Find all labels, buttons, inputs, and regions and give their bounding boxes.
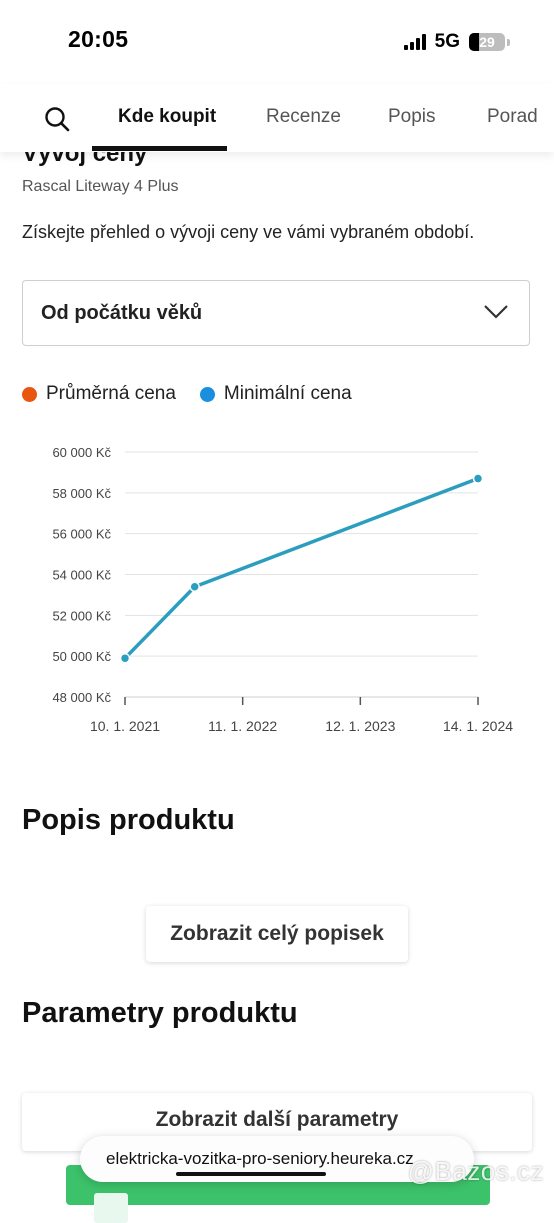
- x-tick-label: 14. 1. 2024: [443, 718, 513, 734]
- data-point: [189, 581, 200, 592]
- parameters-heading: Parametry produktu: [22, 997, 298, 1029]
- y-tick-label: 50 000 Kč: [52, 649, 111, 664]
- tab-reviews[interactable]: Recenze: [266, 106, 341, 128]
- browser-url: elektricka-vozitka-pro-seniory.heureka.c…: [106, 1149, 414, 1168]
- x-tick-label: 11. 1. 2022: [208, 718, 277, 734]
- legend-label-minimum: Minimální cena: [223, 383, 352, 404]
- tab-description[interactable]: Popis: [388, 106, 436, 128]
- battery-fill: [469, 33, 480, 51]
- data-point: [472, 473, 484, 484]
- legend-label-average: Průměrná cena: [46, 383, 176, 404]
- data-point: [119, 652, 131, 664]
- battery-tip: [507, 38, 510, 46]
- show-full-description-button[interactable]: Zobrazit celý popisek: [146, 906, 408, 962]
- y-tick-label: 48 000 Kč: [52, 690, 111, 705]
- chevron-down-icon: [484, 305, 508, 319]
- network-type: 5G: [434, 31, 460, 52]
- y-tick-label: 54 000 Kč: [52, 568, 111, 583]
- tab-advice[interactable]: Porad: [487, 106, 538, 128]
- product-name: Rascal Liteway 4 Plus: [22, 178, 179, 195]
- tab-bar: Kde koupit Recenze Popis Porad: [0, 84, 554, 152]
- status-indicators: 5G 29: [403, 30, 510, 54]
- home-indicator: [176, 1172, 326, 1176]
- legend-dot-average: [22, 386, 37, 402]
- watermark-logo: @Bazos.cz: [407, 1156, 544, 1186]
- y-tick-label: 56 000 Kč: [52, 527, 111, 542]
- legend-dot-minimum: [199, 386, 215, 402]
- battery-level: 29: [479, 34, 495, 50]
- series-line-minimum-price: [123, 476, 480, 660]
- period-select[interactable]: Od počátku věků: [22, 280, 530, 346]
- y-tick-label: 60 000 Kč: [52, 445, 111, 460]
- search-icon[interactable]: [44, 106, 70, 132]
- legend-item-average[interactable]: Průměrná cena: [22, 383, 176, 405]
- chart-legend: Průměrná cena Minimální cena: [22, 383, 376, 405]
- active-tab-indicator: [92, 146, 227, 151]
- y-tick-label: 52 000 Kč: [52, 608, 111, 623]
- x-tick-label: 12. 1. 2023: [325, 718, 395, 734]
- status-time: 20:05: [68, 26, 129, 52]
- x-tick-label: 10. 1. 2021: [90, 718, 160, 734]
- description-heading: Popis produktu: [22, 804, 235, 836]
- battery-icon: 29: [469, 33, 505, 51]
- price-chart: 60 000 Kč 58 000 Kč 56 000 Kč 54 000 Kč 52 0…: [52, 445, 513, 734]
- price-history-lead: Získejte přehled o vývoji ceny ve vámi v…: [22, 222, 475, 242]
- signal-icon: [403, 34, 426, 50]
- tab-where-to-buy[interactable]: Kde koupit: [118, 106, 216, 128]
- checkbox-icon: [94, 1193, 128, 1223]
- period-select-value: Od počátku věků: [41, 302, 203, 324]
- legend-item-minimum[interactable]: Minimální cena: [199, 383, 352, 405]
- y-tick-label: 58 000 Kč: [52, 486, 111, 501]
